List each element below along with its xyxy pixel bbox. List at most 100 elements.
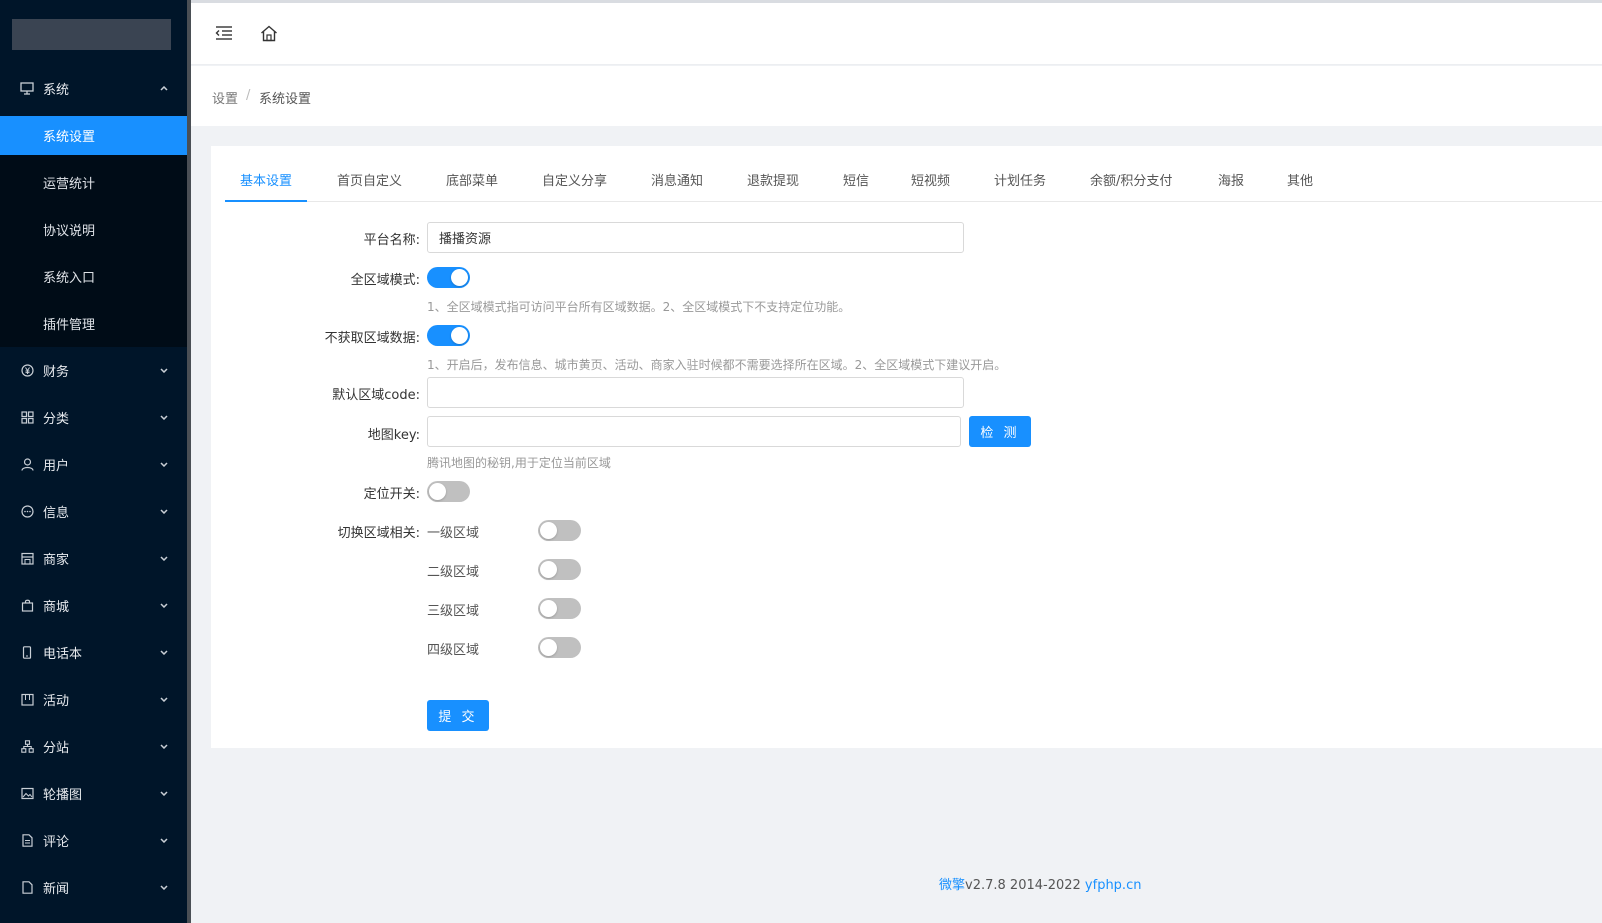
sidebar-scrollbar[interactable]: [187, 0, 191, 923]
switch-knob: [540, 522, 557, 539]
switch-knob: [451, 327, 468, 344]
all-region-switch[interactable]: [427, 267, 470, 288]
sidebar-item-agreement[interactable]: 协议说明: [0, 206, 187, 253]
region-level-1-label: 一级区域: [427, 526, 480, 541]
tab-refund-withdraw[interactable]: 退款提现: [747, 164, 799, 202]
sidebar-item-substation[interactable]: 分站: [0, 723, 187, 770]
no-region-label: 不获取区域数据:: [324, 331, 420, 346]
sidebar-item-label: 财务: [43, 365, 70, 380]
top-header: [191, 3, 1602, 65]
sidebar-item-mall[interactable]: 商城: [0, 582, 187, 629]
sidebar-item-system-entry[interactable]: 系统入口: [0, 253, 187, 300]
no-region-switch[interactable]: [427, 325, 470, 346]
sidebar-item-label: 商城: [43, 600, 70, 615]
sidebar-item-user[interactable]: 用户: [0, 441, 187, 488]
sidebar-item-label: 分类: [43, 412, 70, 427]
file-icon: [20, 881, 34, 895]
sidebar-item-news[interactable]: 新闻: [0, 864, 187, 911]
sidebar-item-label: 商家: [43, 553, 70, 568]
tab-scheduled-tasks[interactable]: 计划任务: [994, 164, 1046, 202]
tab-custom-share[interactable]: 自定义分享: [542, 164, 607, 202]
breadcrumb: 设置 / 系统设置: [191, 66, 1602, 126]
settings-tabs: 基本设置 首页自定义 底部菜单 自定义分享 消息通知 退款提现 短信 短视频 计…: [225, 164, 1602, 202]
calendar-icon: [20, 693, 34, 707]
settings-card: 基本设置 首页自定义 底部菜单 自定义分享 消息通知 退款提现 短信 短视频 计…: [211, 146, 1602, 748]
check-button[interactable]: 检 测: [969, 416, 1031, 447]
platform-name-input[interactable]: [427, 222, 964, 253]
sidebar-group-system[interactable]: 系统: [0, 65, 187, 112]
submit-button[interactable]: 提 交: [427, 700, 489, 731]
region-level-3-switch[interactable]: [538, 598, 581, 619]
sidebar-item-plugin-manage[interactable]: 插件管理: [0, 300, 187, 347]
chevron-up-icon: [159, 84, 169, 94]
document-icon: [20, 834, 34, 848]
yen-circle-icon: [20, 364, 34, 378]
chevron-down-icon: [159, 601, 169, 611]
chevron-down-icon: [159, 789, 169, 799]
tab-other[interactable]: 其他: [1287, 164, 1313, 202]
tab-balance-points[interactable]: 余额/积分支付: [1090, 164, 1172, 202]
sidebar-item-system-settings[interactable]: 系统设置: [0, 116, 187, 155]
breadcrumb-separator: /: [246, 88, 251, 103]
chevron-down-icon: [159, 836, 169, 846]
sitemap-icon: [20, 740, 34, 754]
sidebar-menu: 系统 系统设置 运营统计 协议说明 系统入口 插件管理 财务 分类 用户 信息 …: [0, 65, 187, 911]
breadcrumb-parent[interactable]: 设置: [212, 88, 238, 107]
chevron-down-icon: [159, 460, 169, 470]
phone-icon: [20, 646, 34, 660]
chevron-down-icon: [159, 413, 169, 423]
sidebar-item-finance[interactable]: 财务: [0, 347, 187, 394]
logo: [12, 19, 171, 50]
tab-bottom-menu[interactable]: 底部菜单: [446, 164, 498, 202]
tab-notification[interactable]: 消息通知: [651, 164, 703, 202]
switch-knob: [540, 639, 557, 656]
chevron-down-icon: [159, 366, 169, 376]
sidebar-item-label: 活动: [43, 694, 70, 709]
sidebar-item-merchant[interactable]: 商家: [0, 535, 187, 582]
region-code-label: 默认区域code:: [332, 388, 420, 403]
region-level-4-switch[interactable]: [538, 637, 581, 658]
breadcrumb-current: 系统设置: [259, 92, 312, 107]
location-switch[interactable]: [427, 481, 470, 502]
chevron-down-icon: [159, 554, 169, 564]
all-region-label: 全区域模式:: [350, 273, 420, 288]
sidebar-item-label: 信息: [43, 506, 70, 521]
chevron-down-icon: [159, 507, 169, 517]
menu-fold-icon[interactable]: [213, 22, 235, 44]
sidebar-item-carousel[interactable]: 轮播图: [0, 770, 187, 817]
switch-knob: [451, 269, 468, 286]
sidebar-item-comment[interactable]: 评论: [0, 817, 187, 864]
chevron-down-icon: [159, 648, 169, 658]
sidebar: 系统 系统设置 运营统计 协议说明 系统入口 插件管理 财务 分类 用户 信息 …: [0, 0, 187, 923]
switch-knob: [429, 483, 446, 500]
sidebar-item-activity[interactable]: 活动: [0, 676, 187, 723]
grid-icon: [20, 411, 34, 425]
bag-icon: [20, 599, 34, 613]
map-key-label: 地图key:: [367, 428, 420, 443]
footer-version: v2.7.8 2014-2022: [965, 878, 1085, 893]
sidebar-item-label: 电话本: [43, 647, 83, 662]
tab-basic[interactable]: 基本设置: [225, 164, 308, 202]
region-level-1-switch[interactable]: [538, 520, 581, 541]
footer-site-link[interactable]: yfphp.cn: [1085, 878, 1142, 893]
no-region-hint: 1、开启后，发布信息、城市黄页、活动、商家入驻时候都不需要选择所在区域。2、全区…: [427, 358, 1007, 372]
switch-knob: [540, 600, 557, 617]
sidebar-item-category[interactable]: 分类: [0, 394, 187, 441]
home-icon[interactable]: [258, 22, 280, 44]
platform-name-label: 平台名称:: [363, 233, 420, 248]
tab-poster[interactable]: 海报: [1218, 164, 1244, 202]
shop-icon: [20, 552, 34, 566]
region-level-3-label: 三级区域: [427, 604, 480, 619]
sidebar-item-message[interactable]: 信息: [0, 488, 187, 535]
tab-sms[interactable]: 短信: [843, 164, 869, 202]
message-icon: [20, 505, 34, 519]
tab-short-video[interactable]: 短视频: [911, 164, 950, 202]
sidebar-item-phonebook[interactable]: 电话本: [0, 629, 187, 676]
region-code-input[interactable]: [427, 377, 964, 408]
switch-knob: [540, 561, 557, 578]
tab-home-custom[interactable]: 首页自定义: [337, 164, 402, 202]
sidebar-item-operation-stats[interactable]: 运营统计: [0, 159, 187, 206]
map-key-input[interactable]: [427, 416, 961, 447]
region-level-2-switch[interactable]: [538, 559, 581, 580]
footer-brand[interactable]: 微擎: [939, 878, 965, 893]
